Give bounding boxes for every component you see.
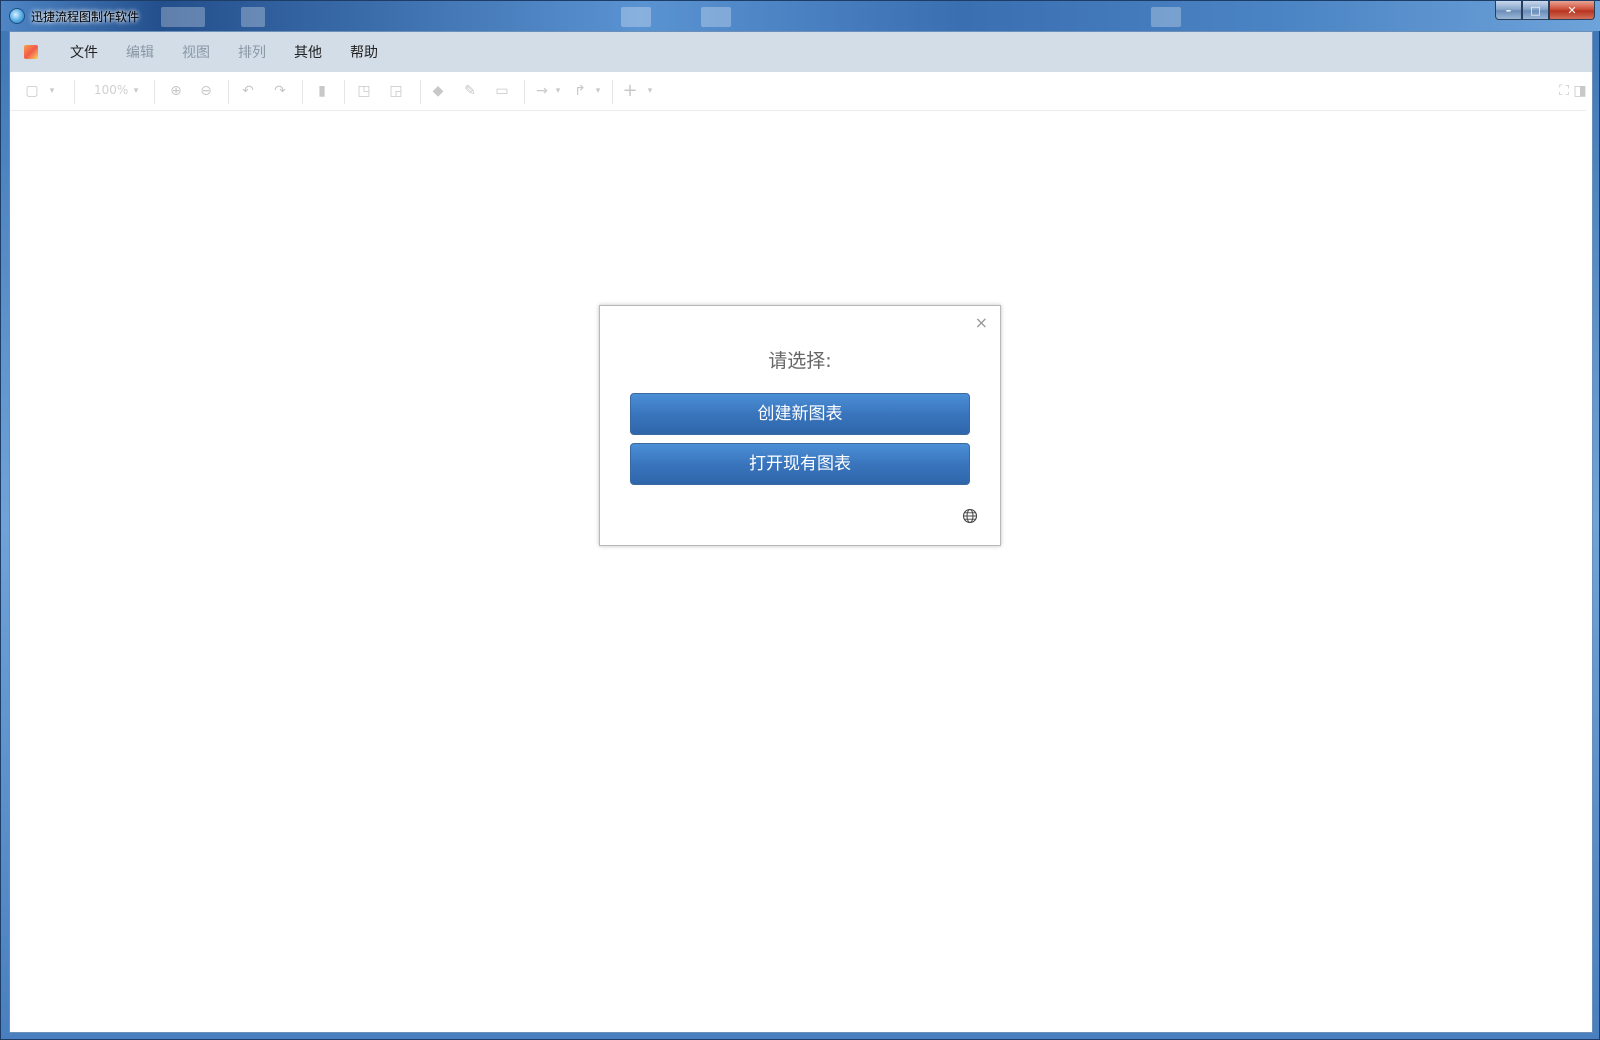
- toolbar-separator: [524, 80, 525, 104]
- waypoints-icon[interactable]: ↱: [572, 84, 588, 98]
- fullscreen-icon[interactable]: ⛶: [1556, 84, 1572, 98]
- close-window-button[interactable]: ✕: [1549, 1, 1595, 20]
- start-dialog: × 请选择: 创建新图表 打开现有图表: [599, 305, 1001, 546]
- toolbar-separator: [612, 80, 613, 104]
- titlebar-backdrop: [1151, 7, 1181, 27]
- titlebar-backdrop: [621, 7, 651, 27]
- to-front-icon[interactable]: ◳: [356, 84, 372, 98]
- dialog-title: 请选择:: [768, 350, 832, 372]
- zoom-level[interactable]: 100%: [94, 83, 128, 97]
- chevron-down-icon[interactable]: ▾: [550, 84, 566, 98]
- globe-icon[interactable]: [962, 508, 978, 524]
- window-controls: – □ ✕: [1495, 1, 1595, 20]
- menu-file[interactable]: 文件: [56, 42, 112, 62]
- minimize-button[interactable]: –: [1495, 1, 1522, 20]
- maximize-button[interactable]: □: [1522, 1, 1549, 20]
- window-title: 迅捷流程图制作软件: [31, 9, 140, 24]
- line-color-icon[interactable]: ✎: [462, 84, 478, 98]
- toolbar-separator: [420, 80, 421, 104]
- menu-bar: 文件 编辑 视图 排列 其他 帮助: [10, 32, 1592, 72]
- connection-icon[interactable]: →: [534, 84, 550, 98]
- menu-view[interactable]: 视图: [168, 42, 224, 62]
- diagram-canvas[interactable]: [10, 111, 1592, 1032]
- chevron-down-icon[interactable]: ▾: [590, 84, 606, 98]
- titlebar-backdrop: [161, 7, 205, 27]
- toolbar: ▢ ▾ 100% ▾ ⊕ ⊖ ↶ ↷ ▮ ◳ ◲ ◆ ✎ ▭ → ▾ ↱ ▾ +…: [10, 72, 1592, 111]
- undo-icon[interactable]: ↶: [240, 84, 256, 98]
- menu-help[interactable]: 帮助: [336, 42, 392, 62]
- titlebar-backdrop: [701, 7, 731, 27]
- create-new-diagram-button[interactable]: 创建新图表: [630, 393, 970, 435]
- app-window: 迅捷流程图制作软件 – □ ✕ 文件 编辑 视图 排列 其他 帮助 ▢ ▾ 10…: [0, 0, 1600, 1040]
- chevron-down-icon[interactable]: ▾: [128, 84, 144, 98]
- to-back-icon[interactable]: ◲: [388, 84, 404, 98]
- menu-arrange[interactable]: 排列: [224, 42, 280, 62]
- page-view-icon[interactable]: ▢: [24, 84, 40, 98]
- delete-icon[interactable]: ▮: [314, 84, 330, 98]
- open-existing-diagram-button[interactable]: 打开现有图表: [630, 443, 970, 485]
- title-bar[interactable]: 迅捷流程图制作软件 – □ ✕: [1, 1, 1600, 31]
- vertical-scrollbar[interactable]: [1586, 72, 1592, 312]
- shadow-icon[interactable]: ▭: [494, 84, 510, 98]
- chevron-down-icon[interactable]: ▾: [642, 84, 658, 98]
- chevron-down-icon[interactable]: ▾: [44, 84, 60, 98]
- menu-other[interactable]: 其他: [280, 42, 336, 62]
- close-icon[interactable]: ×: [975, 314, 988, 332]
- zoom-out-icon[interactable]: ⊖: [198, 84, 214, 98]
- menu-edit[interactable]: 编辑: [112, 42, 168, 62]
- insert-icon[interactable]: +: [622, 82, 638, 100]
- toolbar-separator: [74, 80, 75, 104]
- zoom-in-icon[interactable]: ⊕: [168, 84, 184, 98]
- fill-color-icon[interactable]: ◆: [430, 84, 446, 98]
- app-icon: [9, 8, 25, 24]
- toolbar-separator: [302, 80, 303, 104]
- toolbar-separator: [154, 80, 155, 104]
- titlebar-backdrop: [241, 7, 265, 27]
- toolbar-separator: [228, 80, 229, 104]
- toolbar-separator: [344, 80, 345, 104]
- redo-icon[interactable]: ↷: [272, 84, 288, 98]
- app-logo-icon: [24, 45, 38, 59]
